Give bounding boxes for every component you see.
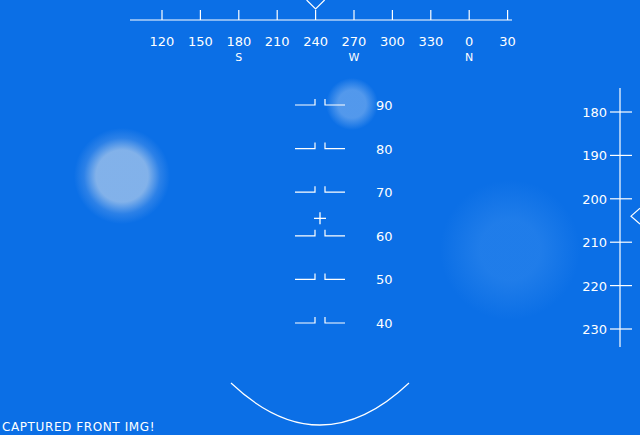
depth-tick: 220 [582,279,632,294]
depth-label: 210 [582,235,607,250]
crosshair-icon [314,212,326,224]
compass-tick: 0N [465,10,473,64]
depth-marker-icon [631,208,640,224]
pitch-rung: 70 [295,185,393,200]
cardinal-label: N [465,51,473,64]
pitch-rung: 60 [295,229,393,244]
roll-arc-icon [225,375,415,430]
cardinal-label: S [235,51,242,64]
compass-label: 120 [150,34,175,49]
compass-tick: 240 [303,10,328,49]
depth-tick: 230 [582,322,632,337]
compass-tick: 270 W [342,10,367,64]
pitch-rung: 90 [295,98,393,113]
compass-tick: 150 [188,10,213,49]
compass-label: 330 [418,34,443,49]
compass-label: 210 [265,34,290,49]
compass-tick: 30 [499,10,516,49]
compass-tape: 120150180S210240270W3003300N30 [120,0,520,65]
depth-label: 200 [582,192,607,207]
depth-tick: 200 [582,192,632,207]
pitch-label: 80 [376,142,393,157]
depth-tick: 210 [582,235,632,250]
depth-label: 180 [582,105,607,120]
depth-label: 220 [582,279,607,294]
depth-tick: 180 [582,105,632,120]
heading-marker-icon [307,0,325,9]
compass-line [130,19,512,20]
compass-label: 150 [188,34,213,49]
compass-label: 180 [226,34,251,49]
compass-tick: 210 [265,10,290,49]
cardinal-label: W [349,51,360,64]
compass-label: 270 [342,34,367,49]
pitch-rung: 50 [295,272,393,287]
depth-tape: 180 190 200 210 220 230 [570,80,640,360]
pitch-label: 50 [376,272,393,287]
pitch-label: 90 [376,98,393,113]
depth-label: 230 [582,322,607,337]
compass-tick: 330 [418,10,443,49]
compass-label: 300 [380,34,405,49]
depth-tick: 190 [582,148,632,163]
compass-label: 0 [465,34,473,49]
pitch-ladder: 90 80 70 60 50 40 [280,90,410,340]
pitch-label: 60 [376,229,393,244]
pitch-rung: 40 [295,316,393,331]
compass-label: 30 [499,34,516,49]
pitch-rung: 80 [295,142,393,157]
status-message: CAPTURED FRONT IMG! [2,420,155,435]
compass-label: 240 [303,34,328,49]
pitch-label: 40 [376,316,393,331]
compass-tick: 120 [150,10,175,49]
depth-line [619,88,620,347]
camera-feed: 120150180S210240270W3003300N309080706050… [0,0,640,435]
compass-tick: 300 [380,10,405,49]
compass-tick: 180 S [226,10,251,64]
pitch-label: 70 [376,185,393,200]
depth-label: 190 [582,148,607,163]
